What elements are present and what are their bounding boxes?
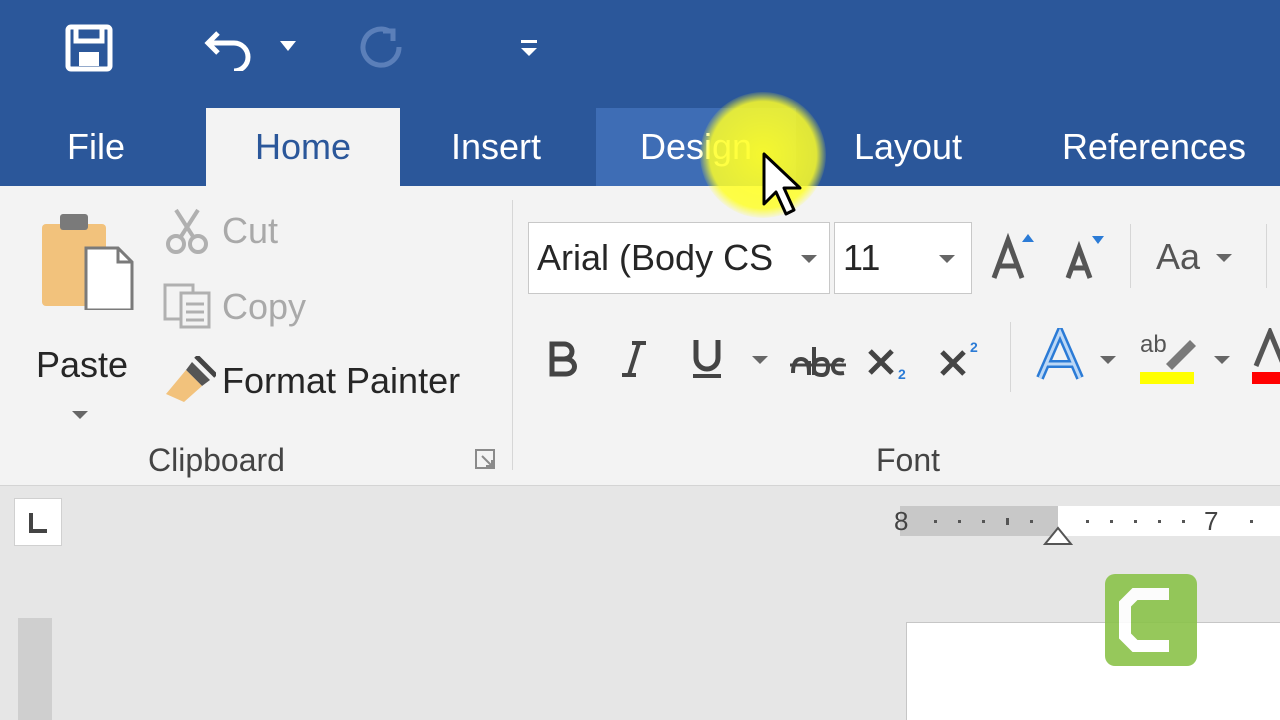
chevron-down-icon xyxy=(1214,356,1230,364)
paste-label: Paste xyxy=(36,344,129,385)
bold-button[interactable] xyxy=(540,332,584,386)
font-name-value: Arial (Body CS xyxy=(537,237,774,278)
ribbon: Paste Cut Copy Format Painter Clipboard xyxy=(0,186,1280,486)
text-effects-icon xyxy=(1036,321,1084,380)
grow-font-icon xyxy=(991,232,1034,279)
superscript-button[interactable]: 2 xyxy=(936,330,986,384)
group-separator xyxy=(1010,322,1011,392)
format-painter-label: Format Painter xyxy=(222,360,461,401)
font-group-label: Font xyxy=(876,442,941,478)
chevron-down-icon xyxy=(1216,254,1232,262)
undo-dropdown-button[interactable] xyxy=(276,36,300,56)
copy-icon xyxy=(163,283,211,329)
change-case-label: Aa xyxy=(1156,236,1201,277)
undo-button[interactable] xyxy=(200,22,260,74)
mouse-pointer-icon xyxy=(762,152,806,225)
chevron-down-icon xyxy=(72,411,88,419)
paintbrush-icon xyxy=(166,356,216,402)
font-size-value: 11 xyxy=(843,237,881,278)
copy-label: Copy xyxy=(222,286,307,327)
redo-icon xyxy=(360,26,402,68)
horizontal-ruler[interactable]: 8 7 xyxy=(890,504,1280,545)
highlight-color-button[interactable]: ab xyxy=(1138,328,1238,390)
tab-insert[interactable]: Insert xyxy=(420,108,572,186)
cut-label: Cut xyxy=(222,210,279,251)
group-separator xyxy=(512,200,513,470)
subscript-button[interactable]: 2 xyxy=(864,334,914,388)
font-color-icon xyxy=(1252,328,1280,384)
strikethrough-icon xyxy=(790,347,846,378)
tab-selector[interactable] xyxy=(14,498,62,546)
save-icon xyxy=(65,24,113,72)
paste-button[interactable]: Paste xyxy=(30,206,136,419)
chevron-down-icon[interactable] xyxy=(752,356,768,364)
tab-home[interactable]: Home xyxy=(206,108,400,186)
tab-references[interactable]: References xyxy=(1040,108,1268,186)
strikethrough-button[interactable] xyxy=(788,336,848,386)
font-name-dropdown[interactable]: Arial (Body CS xyxy=(528,222,830,294)
text-effects-button[interactable] xyxy=(1032,321,1120,388)
camtasia-logo xyxy=(1105,574,1197,666)
customize-qat-icon xyxy=(521,40,537,56)
bold-icon xyxy=(549,341,577,377)
highlighter-icon: ab xyxy=(1140,331,1196,384)
font-color-button[interactable] xyxy=(1250,328,1280,390)
svg-text:ab: ab xyxy=(1140,331,1167,358)
shrink-font-button[interactable] xyxy=(1062,230,1112,286)
tab-file[interactable]: File xyxy=(40,108,152,186)
clipboard-dialog-launcher[interactable] xyxy=(474,448,500,474)
left-tab-icon xyxy=(29,513,47,533)
subscript-icon: 2 xyxy=(868,349,906,381)
chevron-down-icon xyxy=(801,255,817,263)
document-page[interactable] xyxy=(906,622,1280,720)
shrink-font-icon xyxy=(1065,236,1104,279)
save-button[interactable] xyxy=(60,22,118,74)
dialog-launcher-icon xyxy=(475,449,495,469)
group-separator xyxy=(1266,224,1267,288)
grow-font-button[interactable] xyxy=(990,226,1040,286)
cut-button[interactable]: Cut xyxy=(158,204,298,258)
format-painter-button[interactable]: Format Painter xyxy=(158,354,488,408)
ruler-number: 7 xyxy=(1204,506,1219,536)
tab-layout[interactable]: Layout xyxy=(818,108,998,186)
underline-icon xyxy=(693,340,721,378)
ruler-number: 8 xyxy=(894,506,909,536)
redo-button[interactable] xyxy=(356,22,408,74)
svg-text:2: 2 xyxy=(898,366,906,381)
title-bar: File Home Insert Design Layout Reference… xyxy=(0,0,1280,186)
italic-icon xyxy=(622,341,646,377)
chevron-down-icon xyxy=(280,41,296,51)
undo-icon xyxy=(204,31,251,71)
svg-text:2: 2 xyxy=(970,339,978,355)
chevron-down-icon xyxy=(1100,356,1116,364)
group-separator xyxy=(1130,224,1131,288)
scissors-icon xyxy=(166,208,208,254)
copy-button[interactable]: Copy xyxy=(158,280,318,334)
clipboard-group-label: Clipboard xyxy=(148,442,285,478)
font-size-dropdown[interactable]: 11 xyxy=(834,222,972,294)
superscript-icon: 2 xyxy=(940,339,978,376)
customize-qat-button[interactable] xyxy=(516,34,542,62)
vertical-ruler[interactable] xyxy=(18,618,52,720)
clipboard-icon xyxy=(42,214,134,310)
italic-button[interactable] xyxy=(612,332,656,386)
change-case-button[interactable]: Aa xyxy=(1150,226,1242,286)
underline-button[interactable] xyxy=(684,330,730,388)
chevron-down-icon xyxy=(939,255,955,263)
